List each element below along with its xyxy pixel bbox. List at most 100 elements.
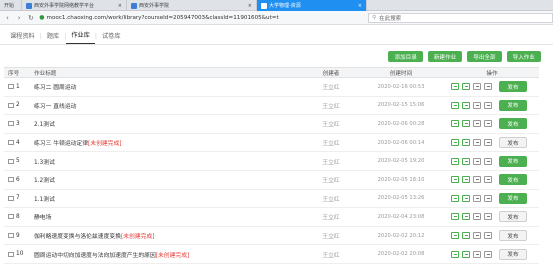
row-title[interactable]: 圆周运动中切向加速度与法向加速度产生的原因 xyxy=(34,250,156,259)
row-checkbox[interactable] xyxy=(8,177,14,183)
edit-icon[interactable] xyxy=(462,250,470,258)
delete-icon[interactable] xyxy=(484,213,492,221)
publish-button[interactable]: 发布 xyxy=(499,230,527,242)
import-homework-button[interactable]: 导入作业 xyxy=(506,51,541,62)
preview-icon[interactable] xyxy=(451,139,459,147)
export-all-button[interactable]: 导出全部 xyxy=(467,51,502,62)
new-homework-button[interactable]: 新建作业 xyxy=(427,51,463,62)
row-title-cell[interactable]: 1.3测试 xyxy=(30,157,305,166)
row-title[interactable]: 练习二 圆周运动 xyxy=(34,82,76,91)
publish-button[interactable]: 发布 xyxy=(499,137,527,149)
preview-icon[interactable] xyxy=(451,194,459,202)
row-checkbox[interactable] xyxy=(8,158,14,164)
row-checkbox[interactable] xyxy=(8,121,14,127)
row-title[interactable]: 练习一 直线运动 xyxy=(34,101,76,110)
row-title[interactable]: 1.2测试 xyxy=(34,175,55,184)
preview-icon[interactable] xyxy=(451,250,459,258)
browser-tab[interactable]: 大学物理-资源 × xyxy=(257,0,367,11)
edit-icon[interactable] xyxy=(462,194,470,202)
row-title[interactable]: 静电场 xyxy=(34,212,51,221)
browser-tab[interactable]: 西安外事学院网络教学平台 × xyxy=(22,0,127,11)
edit-icon[interactable] xyxy=(462,157,470,165)
copy-icon[interactable] xyxy=(473,194,481,202)
close-tab-icon[interactable]: × xyxy=(355,3,362,9)
copy-icon[interactable] xyxy=(473,250,481,258)
copy-icon[interactable] xyxy=(473,83,481,91)
edit-icon[interactable] xyxy=(462,101,470,109)
row-title-cell[interactable]: 练习二 圆周运动 xyxy=(30,82,305,91)
browser-tab[interactable]: 西安外事学院 × xyxy=(127,0,257,11)
row-checkbox[interactable] xyxy=(8,214,14,220)
preview-icon[interactable] xyxy=(451,101,459,109)
browser-tab[interactable]: 开始 xyxy=(0,0,22,11)
row-title[interactable]: 1.1测试 xyxy=(34,194,55,203)
publish-button[interactable]: 发布 xyxy=(499,174,527,186)
row-title[interactable]: 1.3测试 xyxy=(34,157,55,166)
row-title-cell[interactable]: 静电场 xyxy=(30,212,305,221)
tab-course-materials[interactable]: 课程资料 xyxy=(5,31,40,44)
url-field[interactable]: ● mooc1.chaoxing.com/work/library?course… xyxy=(39,13,360,23)
copy-icon[interactable] xyxy=(473,232,481,240)
row-checkbox[interactable] xyxy=(8,195,14,201)
reload-icon[interactable]: ↻ xyxy=(27,13,36,22)
row-title-cell[interactable]: 伽利略速度变换与洛伦兹速度变换 [未创建完成] xyxy=(30,231,305,240)
preview-icon[interactable] xyxy=(451,157,459,165)
publish-button[interactable]: 发布 xyxy=(499,155,527,167)
edit-icon[interactable] xyxy=(462,232,470,240)
edit-icon[interactable] xyxy=(462,176,470,184)
row-title[interactable]: 2.1测试 xyxy=(34,119,55,128)
preview-icon[interactable] xyxy=(451,232,459,240)
tab-question-bank[interactable]: 题库 xyxy=(42,31,64,44)
preview-icon[interactable] xyxy=(451,120,459,128)
close-tab-icon[interactable]: × xyxy=(245,3,252,9)
delete-icon[interactable] xyxy=(484,232,492,240)
row-title-cell[interactable]: 练习一 直线运动 xyxy=(30,101,305,110)
edit-icon[interactable] xyxy=(462,213,470,221)
preview-icon[interactable] xyxy=(451,176,459,184)
copy-icon[interactable] xyxy=(473,213,481,221)
publish-button[interactable]: 发布 xyxy=(499,248,527,260)
row-checkbox[interactable] xyxy=(8,251,14,257)
row-title[interactable]: 练习三 牛顿运动定律 xyxy=(34,138,88,147)
close-tab-icon[interactable]: × xyxy=(115,3,122,9)
browser-search-input[interactable]: ⚲ 在此搜索 xyxy=(368,12,553,23)
delete-icon[interactable] xyxy=(484,101,492,109)
delete-icon[interactable] xyxy=(484,250,492,258)
row-checkbox[interactable] xyxy=(8,84,14,90)
row-checkbox[interactable] xyxy=(8,233,14,239)
row-title-cell[interactable]: 2.1测试 xyxy=(30,119,305,128)
tab-homework-library[interactable]: 作业库 xyxy=(66,30,95,44)
delete-icon[interactable] xyxy=(484,157,492,165)
row-title[interactable]: 伽利略速度变换与洛伦兹速度变换 xyxy=(34,231,121,240)
copy-icon[interactable] xyxy=(473,176,481,184)
tab-exam-library[interactable]: 试卷库 xyxy=(97,31,126,44)
edit-icon[interactable] xyxy=(462,83,470,91)
row-title-cell[interactable]: 练习三 牛顿运动定律 [未创建完成] xyxy=(30,138,305,147)
publish-button[interactable]: 发布 xyxy=(499,211,527,223)
delete-icon[interactable] xyxy=(484,176,492,184)
copy-icon[interactable] xyxy=(473,157,481,165)
publish-button[interactable]: 发布 xyxy=(499,192,527,204)
preview-icon[interactable] xyxy=(451,83,459,91)
copy-icon[interactable] xyxy=(473,139,481,147)
forward-icon[interactable]: › xyxy=(15,13,24,22)
back-icon[interactable]: ‹ xyxy=(3,13,12,22)
publish-button[interactable]: 发布 xyxy=(499,99,527,111)
delete-icon[interactable] xyxy=(484,83,492,91)
copy-icon[interactable] xyxy=(473,101,481,109)
edit-icon[interactable] xyxy=(462,120,470,128)
row-checkbox[interactable] xyxy=(8,140,14,146)
publish-button[interactable]: 发布 xyxy=(499,118,527,130)
edit-icon[interactable] xyxy=(462,139,470,147)
publish-button[interactable]: 发布 xyxy=(499,81,527,93)
row-title-cell[interactable]: 圆周运动中切向加速度与法向加速度产生的原因 [未创建完成] xyxy=(30,250,305,259)
add-directory-button[interactable]: 添加目录 xyxy=(388,51,423,62)
row-title-cell[interactable]: 1.2测试 xyxy=(30,175,305,184)
row-title-cell[interactable]: 1.1测试 xyxy=(30,194,305,203)
preview-icon[interactable] xyxy=(451,213,459,221)
delete-icon[interactable] xyxy=(484,139,492,147)
delete-icon[interactable] xyxy=(484,120,492,128)
delete-icon[interactable] xyxy=(484,194,492,202)
row-checkbox[interactable] xyxy=(8,102,14,108)
copy-icon[interactable] xyxy=(473,120,481,128)
